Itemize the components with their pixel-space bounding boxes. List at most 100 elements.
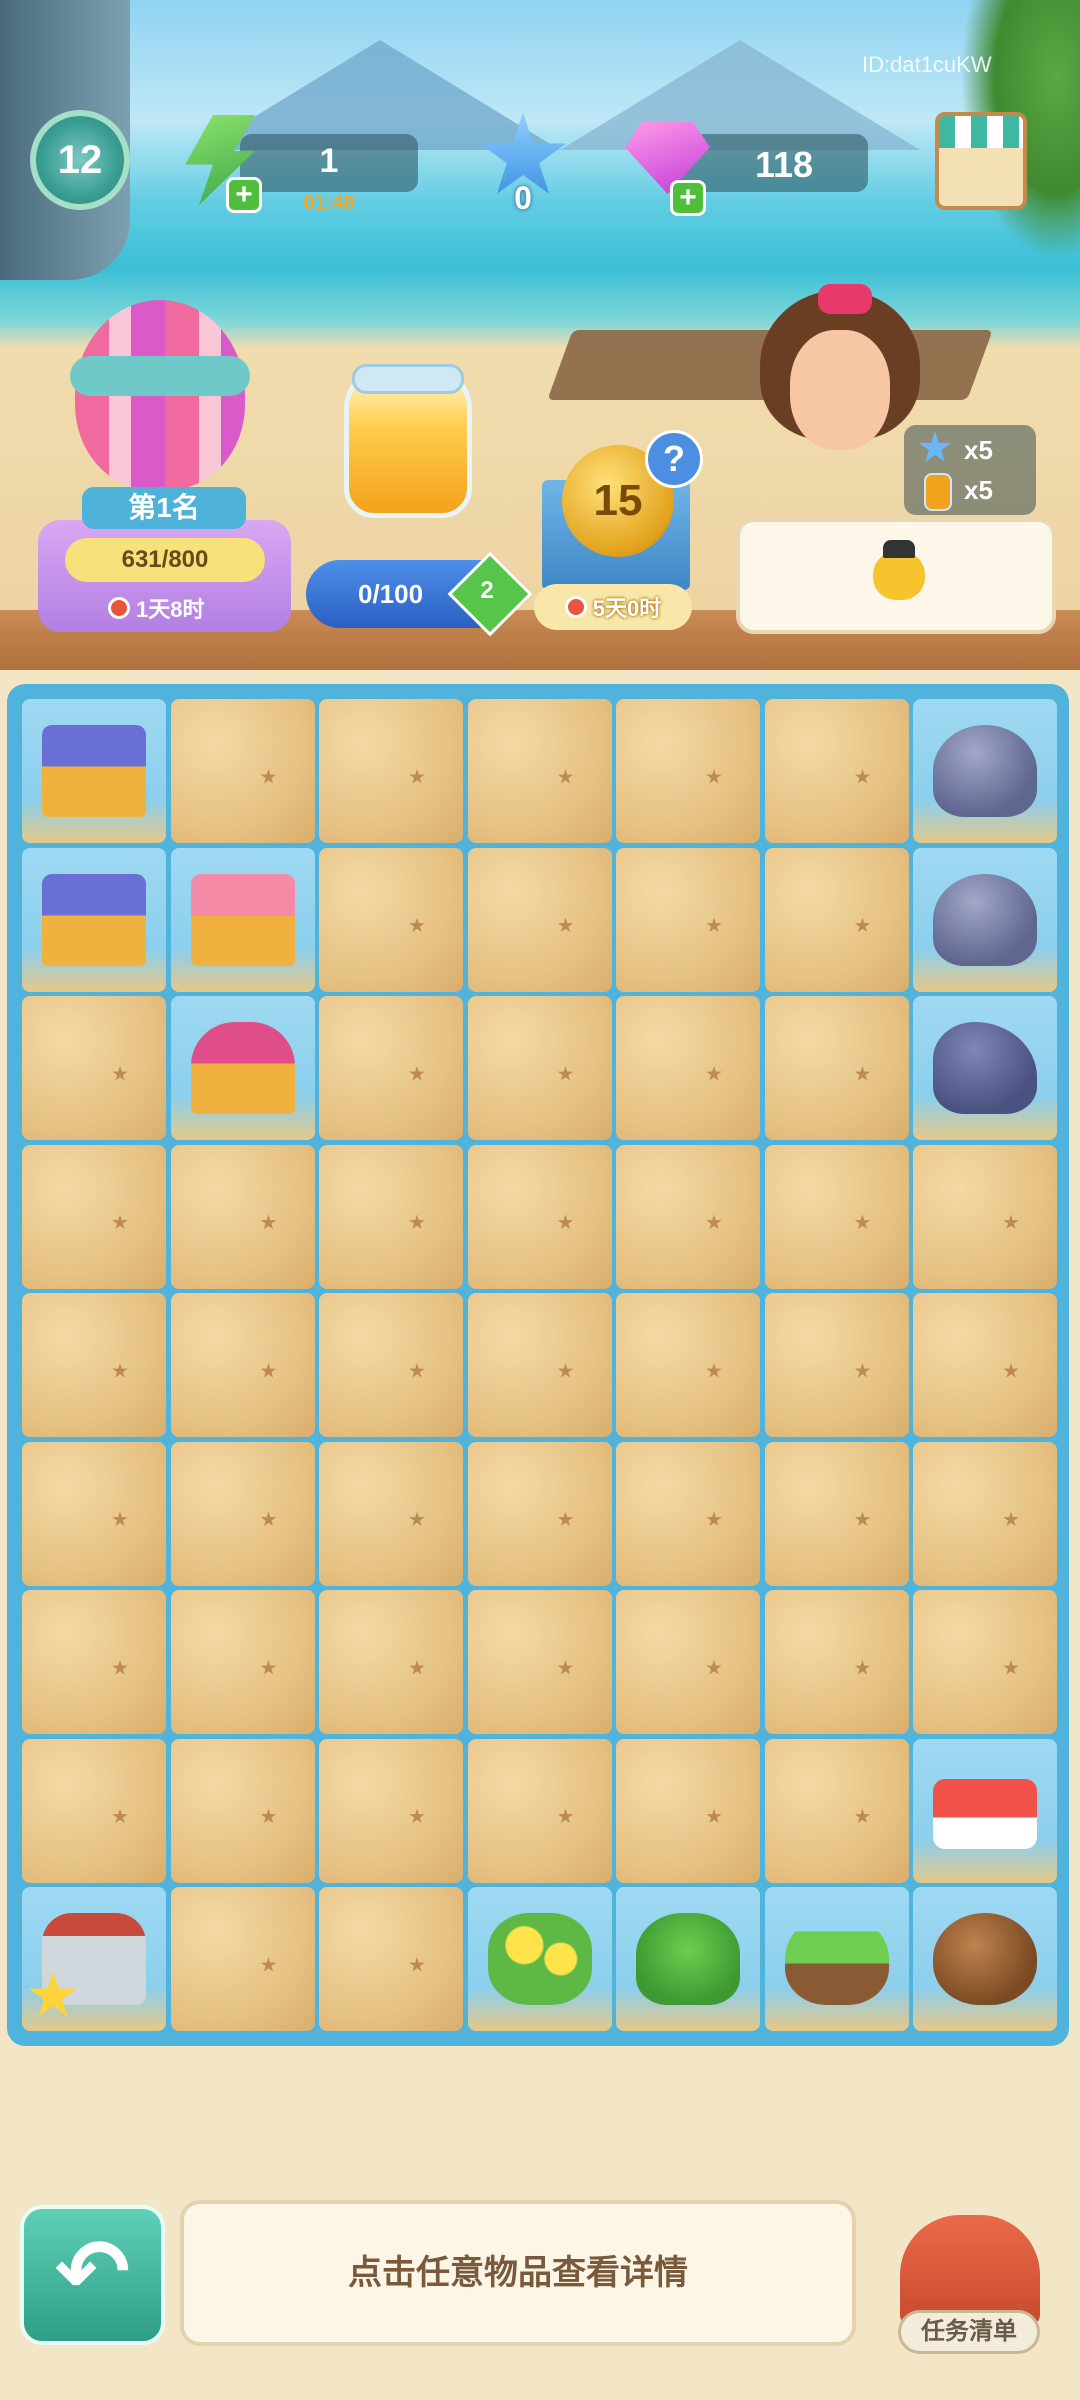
- locked-sand-tile[interactable]: [616, 1738, 760, 1883]
- locked-sand-tile[interactable]: [467, 1441, 612, 1586]
- hint-panel: 点击任意物品查看详情: [180, 2200, 856, 2346]
- gem-counter[interactable]: 118: [680, 134, 868, 192]
- duck-hat: [883, 540, 915, 558]
- locked-sand-tile[interactable]: [616, 699, 760, 843]
- locked-sand-tile[interactable]: [764, 996, 909, 1140]
- board-tile[interactable]: [913, 1738, 1057, 1883]
- help-button[interactable]: ?: [645, 430, 703, 488]
- locked-sand-tile[interactable]: [913, 1590, 1057, 1734]
- locked-sand-tile[interactable]: [616, 847, 760, 992]
- task-list-button[interactable]: 任务清单: [898, 2310, 1040, 2354]
- board-tile[interactable]: [170, 996, 315, 1140]
- board-tile[interactable]: [913, 847, 1057, 992]
- locked-sand-tile[interactable]: [467, 1144, 612, 1289]
- locked-sand-tile[interactable]: [764, 847, 909, 992]
- locked-sand-tile[interactable]: [170, 1441, 315, 1586]
- locked-sand-tile[interactable]: [467, 699, 612, 843]
- locked-sand-tile[interactable]: [764, 1738, 909, 1883]
- locked-sand-tile[interactable]: [467, 1738, 612, 1883]
- energy-counter[interactable]: 1 01:48: [240, 134, 418, 214]
- add-gems-button[interactable]: +: [670, 180, 706, 216]
- locked-sand-tile[interactable]: [616, 1293, 760, 1437]
- order-request-card[interactable]: [736, 518, 1056, 634]
- back-button[interactable]: ↶: [20, 2205, 165, 2345]
- locked-sand-tile[interactable]: [22, 1441, 166, 1586]
- locked-sand-tile[interactable]: [319, 1441, 463, 1586]
- locked-sand-tile[interactable]: [170, 1590, 315, 1734]
- locked-sand-tile[interactable]: [764, 1590, 909, 1734]
- locked-sand-tile[interactable]: [319, 699, 463, 843]
- gem-count: 118: [754, 144, 814, 185]
- locked-sand-tile[interactable]: [764, 1293, 909, 1437]
- locked-sand-tile[interactable]: [913, 1144, 1057, 1289]
- mailbox-icon[interactable]: [900, 2215, 1040, 2325]
- basket-icon: [42, 873, 146, 966]
- sprout-icon: [784, 1913, 889, 2005]
- locked-sand-tile[interactable]: [170, 699, 315, 843]
- level-badge[interactable]: 12: [30, 110, 130, 210]
- locked-sand-tile[interactable]: [764, 699, 909, 843]
- board-tile[interactable]: [913, 699, 1057, 843]
- locked-sand-tile[interactable]: [616, 996, 760, 1140]
- locked-sand-tile[interactable]: [467, 847, 612, 992]
- basket-icon: [42, 725, 146, 817]
- locked-sand-tile[interactable]: [319, 1144, 463, 1289]
- face: [790, 330, 890, 450]
- add-energy-button[interactable]: +: [226, 177, 262, 213]
- locked-sand-tile[interactable]: [913, 1293, 1057, 1437]
- board-tile[interactable]: [764, 1887, 909, 2031]
- locked-sand-tile[interactable]: [764, 1441, 909, 1586]
- board-tile[interactable]: [913, 1887, 1057, 2031]
- customer-character[interactable]: [760, 284, 920, 520]
- locked-sand-tile[interactable]: [616, 1441, 760, 1586]
- reward-jar-count: x5: [964, 475, 993, 505]
- clock-icon: [564, 596, 587, 618]
- shop-awning-icon: [939, 116, 1023, 148]
- coin-value: 15: [593, 476, 643, 525]
- locked-sand-tile[interactable]: [467, 1590, 612, 1734]
- locked-sand-tile[interactable]: [22, 1144, 166, 1289]
- locked-sand-tile[interactable]: [170, 1293, 315, 1437]
- jar-lid: [352, 364, 464, 394]
- locked-sand-tile[interactable]: [467, 1293, 612, 1437]
- board-tile[interactable]: [170, 847, 315, 992]
- plant-pot-icon: [636, 1913, 740, 2005]
- locked-sand-tile[interactable]: [467, 996, 612, 1140]
- rank-label: 第1名: [82, 487, 246, 529]
- locked-sand-tile[interactable]: [170, 1144, 315, 1289]
- locked-sand-tile[interactable]: [319, 1887, 463, 2031]
- seed-icon: [933, 1913, 1037, 2005]
- locked-sand-tile[interactable]: [319, 1590, 463, 1734]
- board-tile[interactable]: [22, 847, 166, 992]
- reward-star-count: x5: [964, 435, 993, 465]
- rubber-duck-icon: [873, 540, 925, 600]
- locked-sand-tile[interactable]: [319, 996, 463, 1140]
- locked-sand-tile[interactable]: [170, 1738, 315, 1883]
- board-tile[interactable]: [22, 1887, 166, 2031]
- board-tile[interactable]: [467, 1887, 612, 2031]
- locked-sand-tile[interactable]: [170, 1887, 315, 2031]
- rock-icon: [933, 873, 1037, 966]
- star-icon: [918, 431, 952, 462]
- locked-sand-tile[interactable]: [764, 1144, 909, 1289]
- board-tile[interactable]: [913, 996, 1057, 1140]
- rock-icon: [933, 725, 1037, 817]
- locked-sand-tile[interactable]: [319, 1738, 463, 1883]
- shop-button[interactable]: [935, 112, 1027, 210]
- balloon-band: [70, 356, 250, 396]
- locked-sand-tile[interactable]: [616, 1144, 760, 1289]
- star-count: 0: [514, 180, 532, 216]
- locked-sand-tile[interactable]: [319, 1293, 463, 1437]
- locked-sand-tile[interactable]: [319, 847, 463, 992]
- locked-sand-tile[interactable]: [22, 1293, 166, 1437]
- locked-sand-tile[interactable]: [616, 1590, 760, 1734]
- board-tile[interactable]: [22, 699, 166, 843]
- merge-board: [7, 684, 1069, 2046]
- board-tile[interactable]: [616, 1887, 760, 2031]
- locked-sand-tile[interactable]: [22, 1738, 166, 1883]
- coin-timer: 5天0时: [534, 584, 692, 630]
- basket-ring-icon: [190, 1022, 295, 1114]
- locked-sand-tile[interactable]: [22, 996, 166, 1140]
- locked-sand-tile[interactable]: [913, 1441, 1057, 1586]
- locked-sand-tile[interactable]: [22, 1590, 166, 1734]
